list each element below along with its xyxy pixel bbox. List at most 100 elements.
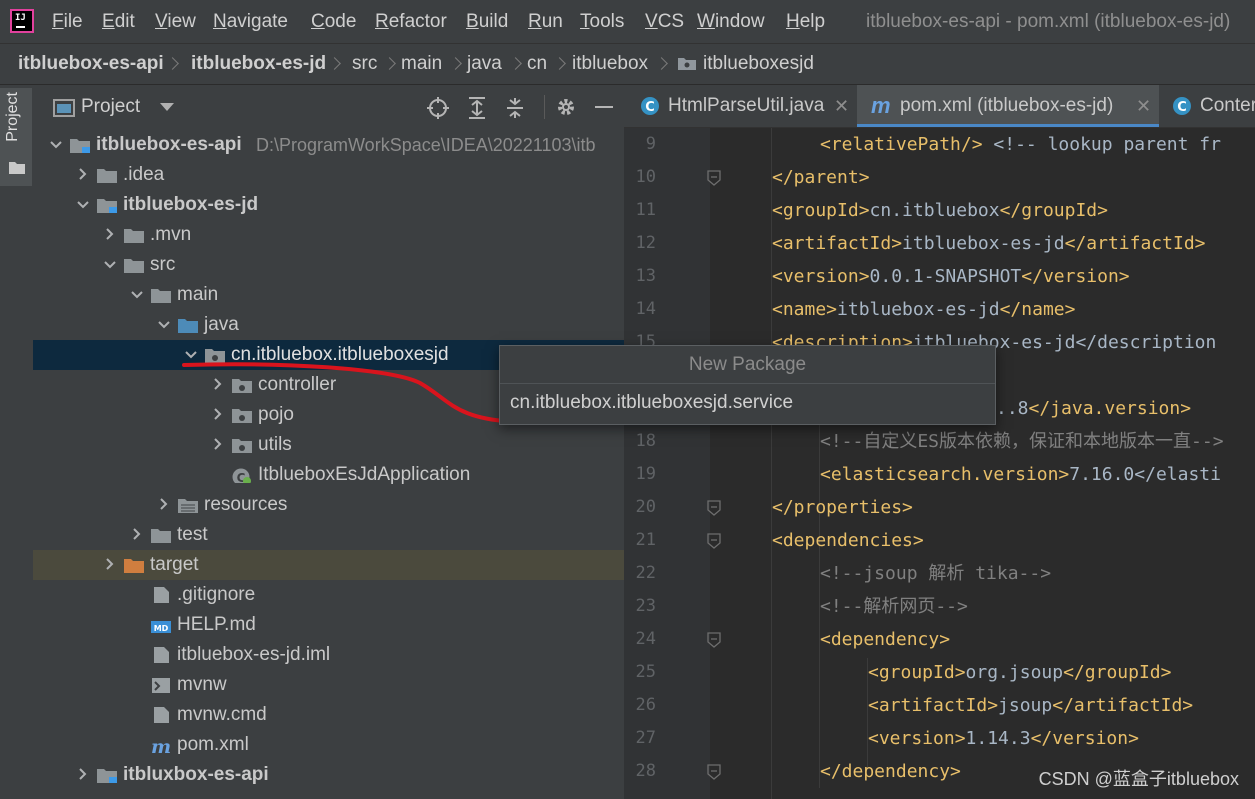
crumb-package[interactable]: itblueboxesjd <box>703 44 814 84</box>
chevron-right-icon[interactable] <box>211 370 225 400</box>
code-line[interactable]: <relativePath/> <!-- lookup parent fr <box>820 128 1221 161</box>
crumb-project[interactable]: itbluebox-es-api <box>18 44 164 84</box>
tree-item[interactable]: src <box>33 250 624 280</box>
tab-pom-xml[interactable]: m pom.xml (itbluebox-es-jd) ✕ <box>857 85 1159 127</box>
tree-item[interactable]: .gitignore <box>33 580 624 610</box>
tree-item-label: test <box>177 524 208 545</box>
fold-marker-icon[interactable] <box>707 632 721 648</box>
excluded-folder-icon <box>124 559 144 573</box>
fold-marker-icon[interactable] <box>707 533 721 549</box>
line-number: 11 <box>635 200 656 220</box>
expand-all-icon[interactable] <box>467 97 487 119</box>
code-line[interactable]: <artifactId>jsoup</artifactId> <box>868 689 1193 722</box>
chevron-down-icon[interactable] <box>130 280 144 310</box>
code-line[interactable]: <groupId>cn.itbluebox</groupId> <box>772 194 1108 227</box>
tree-item[interactable]: itbluebox-es-jd <box>33 190 624 220</box>
code-line[interactable]: ..8</java.version> <box>996 392 1191 425</box>
tree-item[interactable]: itbluebox-es-jd.iml <box>33 640 624 670</box>
crumb-src[interactable]: src <box>352 44 377 84</box>
menu-file[interactable]: File <box>52 0 83 43</box>
code-editor[interactable]: 910111213141516171819202122232425262728 … <box>624 128 1255 799</box>
tree-item[interactable]: utils <box>33 430 624 460</box>
project-panel-title[interactable]: Project <box>81 85 140 129</box>
code-line[interactable]: <elasticsearch.version>7.16.0</elasti <box>820 458 1221 491</box>
chevron-down-icon[interactable] <box>184 340 198 370</box>
tree-item[interactable]: C ItblueboxEsJdApplication <box>33 460 624 490</box>
chevron-right-icon[interactable] <box>76 760 90 790</box>
menu-tools[interactable]: Tools <box>580 0 624 43</box>
line-number: 14 <box>635 299 656 319</box>
tree-item[interactable]: m pom.xml <box>33 730 624 760</box>
menu-navigate[interactable]: Navigate <box>213 0 288 43</box>
crumb-module[interactable]: itbluebox-es-jd <box>191 44 326 84</box>
chevron-right-icon[interactable] <box>157 490 171 520</box>
tree-item[interactable]: mvnw <box>33 670 624 700</box>
package-name-input[interactable] <box>510 386 980 420</box>
tab-conter[interactable]: C Conter <box>1160 85 1255 127</box>
crumb-itbluebox[interactable]: itbluebox <box>572 44 648 84</box>
tree-item[interactable]: java <box>33 310 624 340</box>
crumb-main[interactable]: main <box>401 44 442 84</box>
menu-window[interactable]: Window <box>697 0 765 43</box>
code-line[interactable]: </dependency> <box>820 755 961 788</box>
crumb-java[interactable]: java <box>467 44 502 84</box>
close-icon[interactable]: ✕ <box>1136 85 1151 127</box>
tree-item[interactable]: itbluxbox-es-api <box>33 760 624 790</box>
collapse-all-icon[interactable] <box>505 97 525 119</box>
iml-file-icon <box>154 647 169 663</box>
menu-help[interactable]: Help <box>786 0 825 43</box>
code-line[interactable]: </parent> <box>772 161 870 194</box>
code-line[interactable]: <version>1.14.3</version> <box>868 722 1139 755</box>
code-line[interactable]: <artifactId>itbluebox-es-jd</artifactId> <box>772 227 1206 260</box>
tab-htmlparseutil[interactable]: C HtmlParseUtil.java ✕ <box>624 85 856 127</box>
code-line[interactable]: <groupId>org.jsoup</groupId> <box>868 656 1171 689</box>
code-line[interactable]: <!--解析网页--> <box>820 590 968 623</box>
crumb-cn[interactable]: cn <box>527 44 547 84</box>
fold-marker-icon[interactable] <box>707 170 721 186</box>
chevron-right-icon[interactable] <box>211 400 225 430</box>
menu-edit[interactable]: Edit <box>102 0 135 43</box>
tree-item[interactable]: main <box>33 280 624 310</box>
menu-build[interactable]: Build <box>466 0 508 43</box>
chevron-right-icon[interactable] <box>103 550 117 580</box>
fold-marker-icon[interactable] <box>707 500 721 516</box>
hide-panel-icon[interactable] <box>595 106 613 108</box>
code-line[interactable]: <!--jsoup 解析 tika--> <box>820 557 1051 590</box>
tree-item[interactable]: test <box>33 520 624 550</box>
chevron-down-icon[interactable] <box>49 130 63 160</box>
code-line[interactable]: <version>0.0.1-SNAPSHOT</version> <box>772 260 1130 293</box>
code-line[interactable]: </properties> <box>772 491 913 524</box>
tree-item[interactable]: .mvn <box>33 220 624 250</box>
chevron-right-icon[interactable] <box>103 220 117 250</box>
chevron-down-icon[interactable] <box>157 310 171 340</box>
tree-item[interactable]: MD HELP.md <box>33 610 624 640</box>
locate-file-icon[interactable] <box>427 97 449 119</box>
tree-item[interactable]: .idea <box>33 160 624 190</box>
code-line[interactable]: <!--自定义ES版本依赖，保证和本地版本一直--> <box>820 425 1224 458</box>
menu-code[interactable]: Code <box>311 0 356 43</box>
markdown-file-icon: MD <box>151 621 171 633</box>
chevron-down-icon[interactable] <box>76 190 90 220</box>
menu-run[interactable]: Run <box>528 0 563 43</box>
project-tool-label[interactable]: Project <box>4 92 22 142</box>
code-line[interactable]: <dependency> <box>820 623 950 656</box>
chevron-right-icon[interactable] <box>130 520 144 550</box>
chevron-down-icon[interactable] <box>103 250 117 280</box>
gear-icon[interactable] <box>555 96 577 118</box>
code-line[interactable]: <dependencies> <box>772 524 924 557</box>
tree-item[interactable]: target <box>33 550 624 580</box>
java-class-icon: C <box>1173 97 1191 115</box>
menu-refactor[interactable]: Refactor <box>375 0 447 43</box>
tree-item[interactable]: itbluebox-es-api D:\ProgramWorkSpace\IDEA… <box>33 130 624 160</box>
tree-item[interactable]: mvnw.cmd <box>33 700 624 730</box>
menu-view[interactable]: View <box>155 0 196 43</box>
dropdown-arrow-icon[interactable] <box>160 103 174 112</box>
chevron-right-icon[interactable] <box>211 430 225 460</box>
menu-vcs[interactable]: VCS <box>645 0 684 43</box>
code-line[interactable]: <name>itbluebox-es-jd</name> <box>772 293 1075 326</box>
tree-item[interactable]: resources <box>33 490 624 520</box>
chevron-right-icon[interactable] <box>76 160 90 190</box>
folder-icon <box>97 169 117 183</box>
fold-marker-icon[interactable] <box>707 764 721 780</box>
close-icon[interactable]: ✕ <box>834 85 849 127</box>
